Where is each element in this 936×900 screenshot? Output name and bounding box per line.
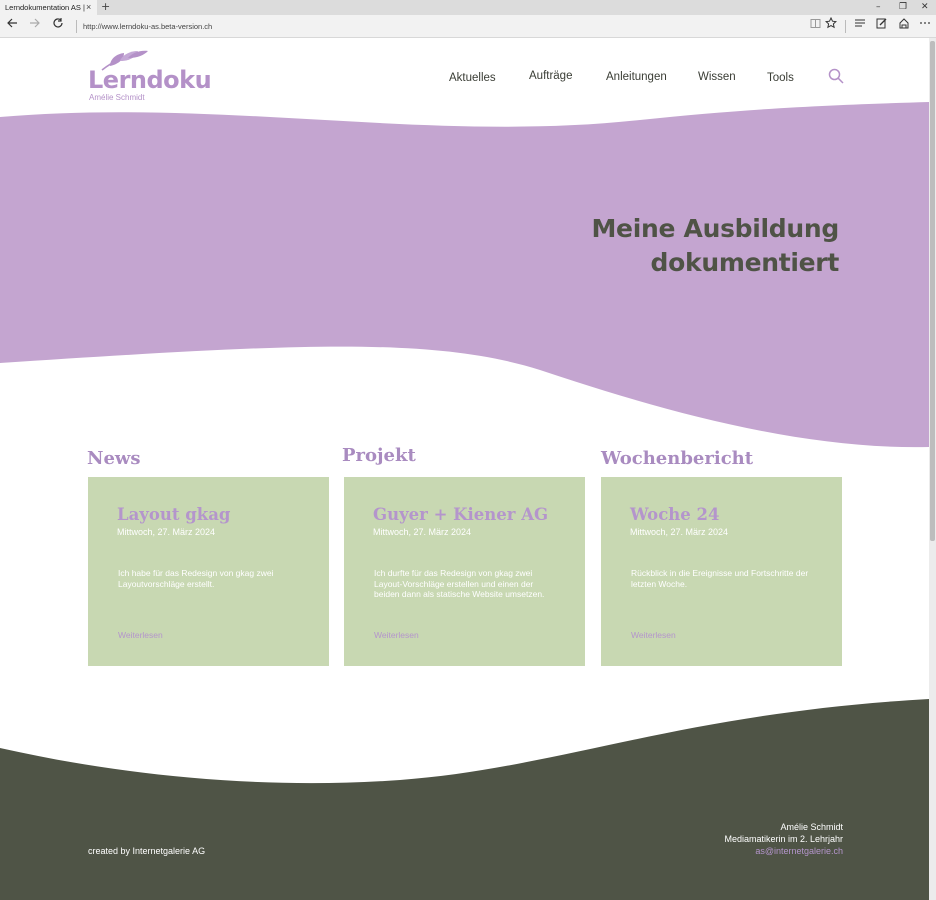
logo-wordmark: Lerndoku: [88, 66, 212, 94]
nav-wissen[interactable]: Wissen: [698, 69, 736, 85]
footer-background: [0, 699, 929, 900]
logo-subtitle: Amélie Schmidt: [89, 93, 145, 102]
site-logo[interactable]: Lerndoku Amélie Schmidt: [88, 50, 212, 105]
address-bar-row: http://www.lerndoku-as.beta-version.ch: [0, 15, 936, 38]
card-date: Mittwoch, 27. März 2024: [117, 527, 216, 537]
page-scrollbar[interactable]: [929, 38, 936, 900]
read-more-link[interactable]: Weiterlesen: [118, 630, 163, 641]
nav-anleitungen[interactable]: Anleitungen: [606, 69, 667, 85]
hub-icon[interactable]: [854, 17, 866, 35]
restore-window-button[interactable]: ❐: [899, 0, 907, 15]
card-date: Mittwoch, 27. März 2024: [373, 527, 472, 537]
hero-background: [0, 102, 929, 448]
card-date: Mittwoch, 27. März 2024: [630, 527, 729, 537]
footer-role: Mediamatikerin im 2. Lehrjahr: [724, 834, 843, 844]
scrollbar-thumb[interactable]: [930, 41, 935, 541]
wochenbericht-card[interactable]: Woche 24 Mittwoch, 27. März 2024 Rückbli…: [601, 477, 842, 666]
footer-name: Amélie Schmidt: [780, 822, 843, 832]
card-title: Layout gkag: [117, 505, 231, 524]
url-field[interactable]: http://www.lerndoku-as.beta-version.ch: [83, 15, 212, 38]
footer-credit: created by Internetgalerie AG: [88, 846, 206, 856]
new-tab-button[interactable]: +: [101, 0, 110, 14]
share-icon[interactable]: [898, 17, 910, 35]
card-title: Woche 24: [630, 505, 720, 524]
nav-tools[interactable]: Tools: [767, 70, 794, 86]
reading-view-icon[interactable]: [810, 17, 821, 35]
search-icon[interactable]: [828, 68, 844, 88]
web-note-icon[interactable]: [876, 17, 888, 35]
hero-title: Meine Ausbildung dokumentiert: [591, 212, 839, 280]
tab-title: Lerndokumentation AS |: [5, 3, 85, 12]
hero-title-line-2: dokumentiert: [650, 248, 840, 277]
more-icon[interactable]: [919, 17, 931, 35]
card-excerpt: Rückblick in die Ereignisse und Fortschr…: [631, 568, 809, 589]
toolbar-separator: [845, 20, 846, 33]
news-card[interactable]: Layout gkag Mittwoch, 27. März 2024 Ich …: [88, 477, 329, 666]
back-arrow-icon[interactable]: [6, 17, 18, 35]
footer-contact: Amélie Schmidt Mediamatikerin im 2. Lehr…: [724, 821, 843, 857]
nav-auftraege[interactable]: Aufträge: [529, 68, 572, 84]
footer-email-link[interactable]: as@internetgalerie.ch: [755, 846, 843, 856]
section-heading-projekt: Projekt: [342, 445, 416, 466]
card-excerpt: Ich durfte für das Redesign von gkag zwe…: [374, 568, 545, 599]
browser-tab[interactable]: Lerndokumentation AS | ×: [0, 0, 97, 15]
nav-aktuelles[interactable]: Aktuelles: [449, 70, 496, 86]
refresh-icon[interactable]: [52, 17, 64, 35]
hero-title-line-1: Meine Ausbildung: [591, 214, 839, 243]
url-separator: [76, 20, 77, 33]
card-excerpt: Ich habe für das Redesign von gkag zwei …: [118, 568, 274, 589]
card-title: Guyer + Kiener AG: [373, 505, 549, 524]
forward-arrow-icon[interactable]: [29, 17, 41, 35]
section-heading-wochenbericht: Wochenbericht: [601, 448, 754, 469]
section-heading-news: News: [87, 448, 141, 469]
tab-close-icon[interactable]: ×: [86, 0, 91, 15]
favorite-star-icon[interactable]: [824, 16, 838, 35]
tab-bar: Lerndokumentation AS | × + – ❐ ✕: [0, 0, 936, 15]
projekt-card[interactable]: Guyer + Kiener AG Mittwoch, 27. März 202…: [344, 477, 585, 666]
minimize-window-button[interactable]: –: [876, 0, 881, 15]
read-more-link[interactable]: Weiterlesen: [374, 630, 419, 641]
read-more-link[interactable]: Weiterlesen: [631, 630, 676, 641]
close-window-button[interactable]: ✕: [921, 0, 929, 15]
